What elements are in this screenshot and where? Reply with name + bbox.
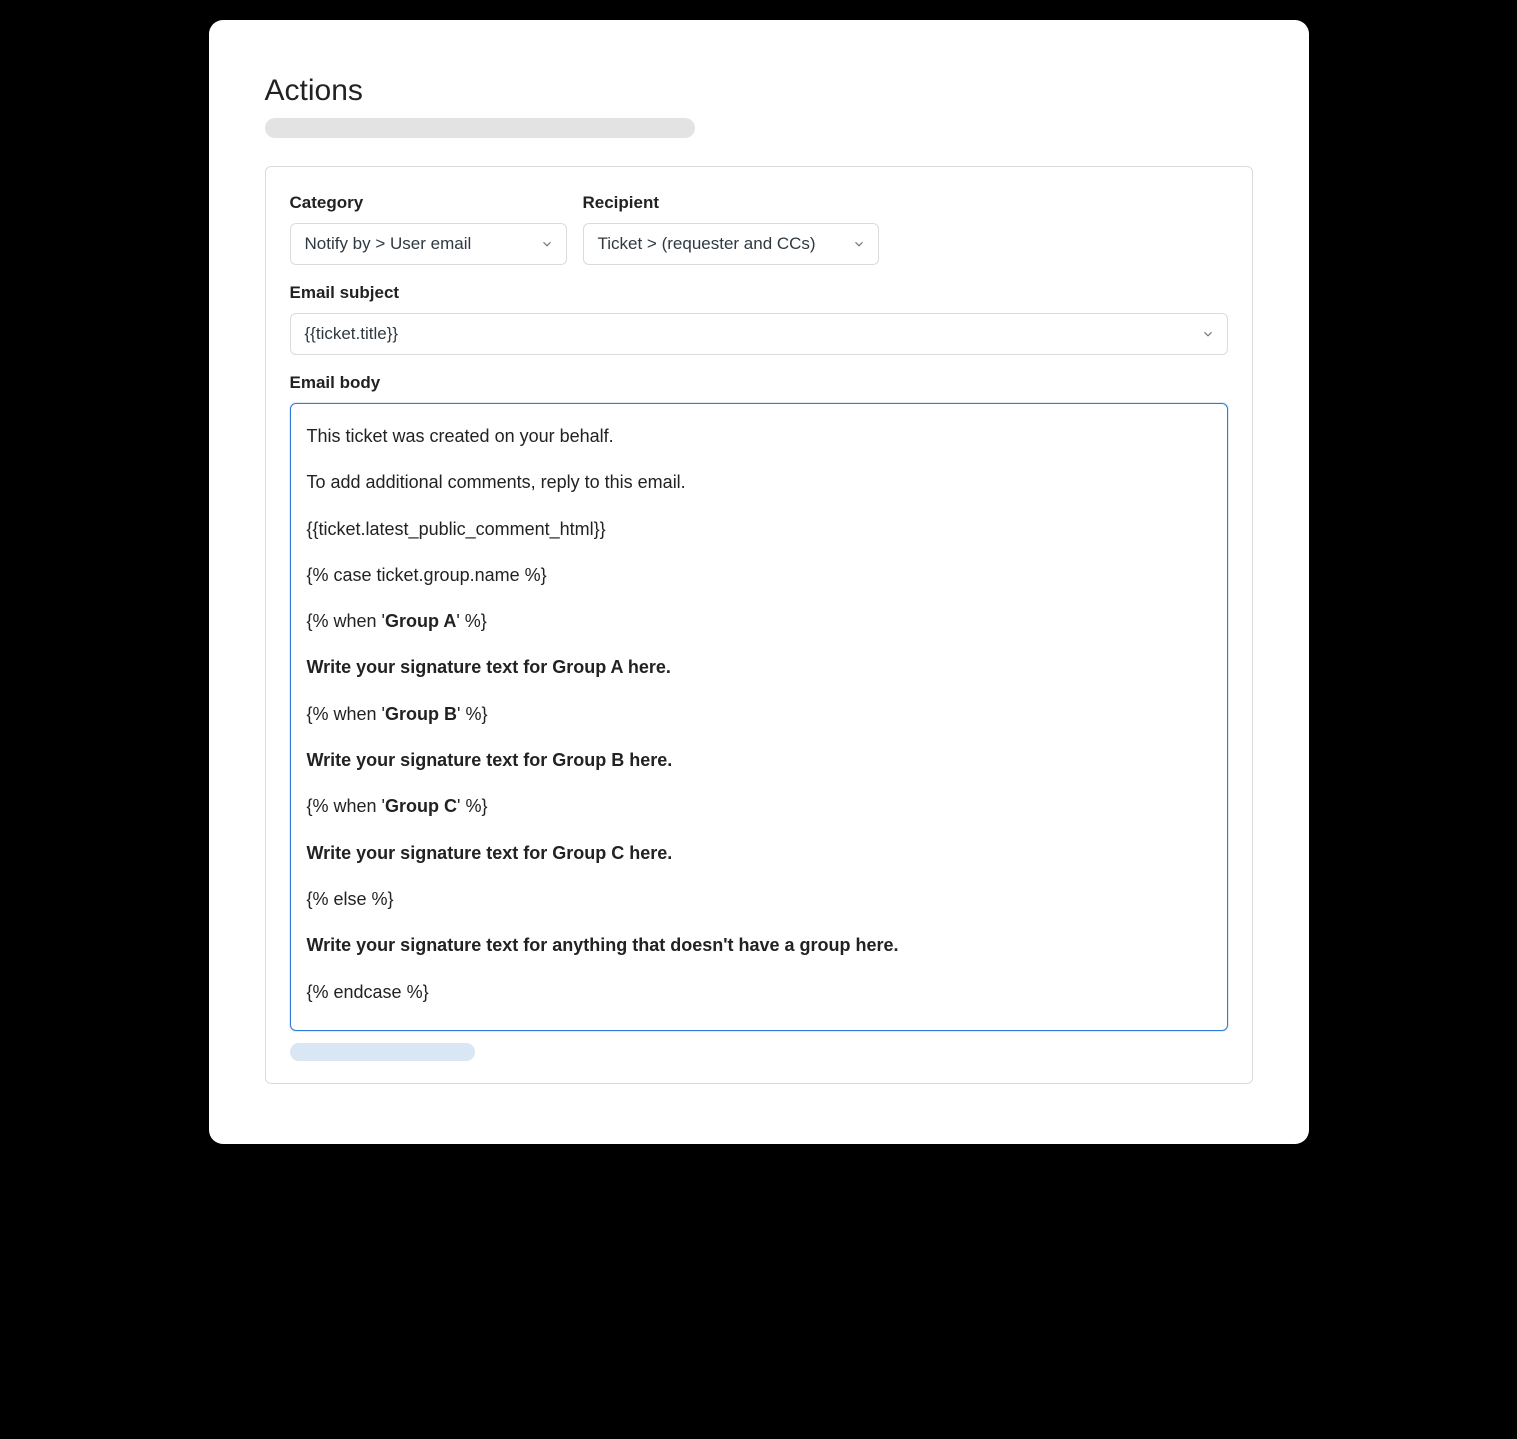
- chevron-down-icon: [540, 237, 554, 251]
- body-line: Write your signature text for Group C he…: [307, 841, 1211, 865]
- body-line: {% else %}: [307, 887, 1211, 911]
- body-line: {% when 'Group C' %}: [307, 794, 1211, 818]
- category-label: Category: [290, 193, 567, 213]
- body-line: Write your signature text for anything t…: [307, 933, 1211, 957]
- body-line: {{ticket.latest_public_comment_html}}: [307, 517, 1211, 541]
- actions-panel: Actions Category Notify by > User email …: [209, 20, 1309, 1144]
- email-subject-label: Email subject: [290, 283, 1228, 303]
- body-line: {% when 'Group B' %}: [307, 702, 1211, 726]
- recipient-select-value: Ticket > (requester and CCs): [598, 234, 816, 254]
- body-line: Write your signature text for Group A he…: [307, 655, 1211, 679]
- email-subject-field: Email subject {{ticket.title}}: [290, 283, 1228, 355]
- body-line: {% when 'Group A' %}: [307, 609, 1211, 633]
- email-subject-value: {{ticket.title}}: [305, 324, 399, 344]
- recipient-label: Recipient: [583, 193, 879, 213]
- chevron-down-icon: [1201, 327, 1215, 341]
- body-line: {% case ticket.group.name %}: [307, 563, 1211, 587]
- email-body-label: Email body: [290, 373, 1228, 393]
- category-field: Category Notify by > User email: [290, 193, 567, 265]
- chevron-down-icon: [852, 237, 866, 251]
- description-placeholder: [265, 118, 695, 138]
- body-line: To add additional comments, reply to thi…: [307, 470, 1211, 494]
- email-body-field: Email body This ticket was created on yo…: [290, 373, 1228, 1061]
- page-title: Actions: [265, 74, 1253, 108]
- recipient-select[interactable]: Ticket > (requester and CCs): [583, 223, 879, 265]
- body-line: {% endcase %}: [307, 980, 1211, 1004]
- category-select[interactable]: Notify by > User email: [290, 223, 567, 265]
- body-line: This ticket was created on your behalf.: [307, 424, 1211, 448]
- body-line: Write your signature text for Group B he…: [307, 748, 1211, 772]
- category-select-value: Notify by > User email: [305, 234, 472, 254]
- placeholder-link[interactable]: [290, 1043, 475, 1061]
- action-card: Category Notify by > User email Recipien…: [265, 166, 1253, 1084]
- recipient-field: Recipient Ticket > (requester and CCs): [583, 193, 879, 265]
- email-body-editor[interactable]: This ticket was created on your behalf. T…: [290, 403, 1228, 1031]
- email-subject-select[interactable]: {{ticket.title}}: [290, 313, 1228, 355]
